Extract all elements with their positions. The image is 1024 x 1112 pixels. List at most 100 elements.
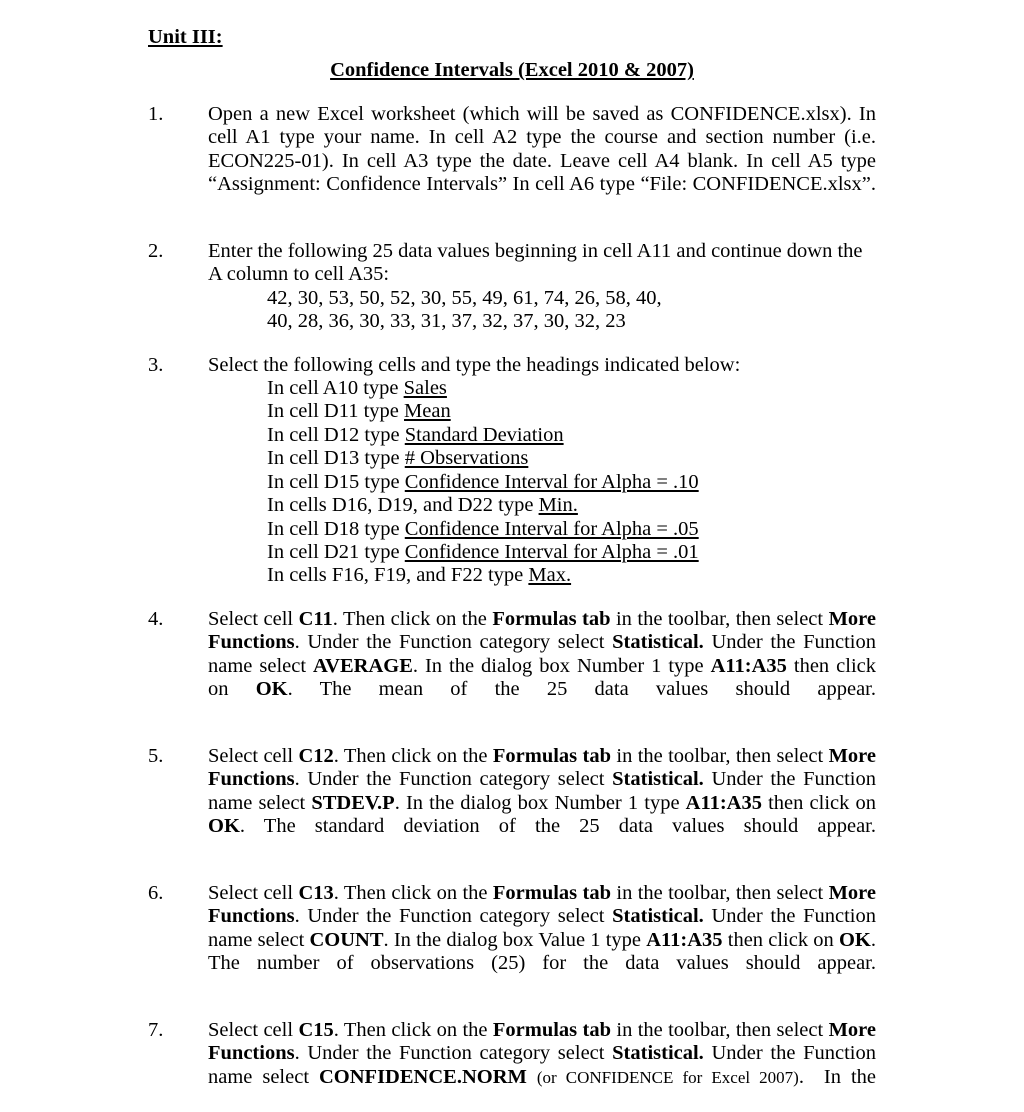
item-text: Select cell C15. Then click on the Formu… <box>208 1018 877 1088</box>
heading-value: Min. <box>538 494 578 517</box>
more-functions-label-b: Functions <box>208 905 295 928</box>
dialog-field-label: Number 1 <box>576 654 662 677</box>
phrase-type: type <box>600 928 647 951</box>
unit-heading: Unit III: <box>148 26 223 48</box>
item-number: 4. <box>148 607 164 630</box>
phrase-then-click: . Then click on the <box>332 607 493 630</box>
phrase-under-category: . Under the Function category select <box>294 905 613 928</box>
phrase-in-toolbar: in the toolbar, then select <box>610 607 829 630</box>
function-name: STDEV.P <box>311 791 395 814</box>
result-text: The standard deviation of the 25 data va… <box>263 814 876 837</box>
formulas-tab-label: Formulas tab <box>492 744 611 767</box>
item-number: 2. <box>148 240 164 263</box>
list-item: 7. Select cell C15. Then click on the Fo… <box>148 1019 876 1112</box>
more-functions-label-a: More <box>828 607 876 630</box>
item-trailing-text: In the <box>823 1065 877 1088</box>
phrase-then-click: . Then click on the <box>333 1018 493 1041</box>
cell-reference: C12 <box>298 744 334 767</box>
heading-instruction: In cell D21 type Confidence Interval for… <box>208 541 876 564</box>
formulas-tab-label: Formulas tab <box>492 607 611 630</box>
heading-value: # Observations <box>404 447 529 470</box>
phrase-under-category: . Under the Function category select <box>294 768 613 791</box>
phrase-period: . <box>287 677 320 700</box>
heading-instruction: In cell D13 type # Observations <box>208 447 876 470</box>
alt-function-note: (or CONFIDENCE for Excel 2007) <box>536 1067 799 1087</box>
statistical-label: Statistical. <box>612 768 704 791</box>
result-text: The number of observations (25) for the … <box>208 952 876 974</box>
heading-value: Confidence Interval for Alpha = .01 <box>404 540 699 563</box>
phrase-type: type <box>661 654 711 677</box>
result-text: The mean of the 25 data values should ap… <box>319 677 876 700</box>
item-number: 5. <box>148 744 164 767</box>
phrase-select-cell: Select cell <box>208 744 299 767</box>
item-number: 3. <box>148 353 164 376</box>
heading-lead: In cell D11 type <box>267 400 405 423</box>
statistical-label: Statistical. <box>612 905 704 928</box>
dialog-field-label: Value 1 <box>538 928 601 951</box>
phrase-then-click-on: then click on <box>722 928 839 951</box>
heading-instruction: In cells D16, D19, and D22 type Min. <box>208 494 876 517</box>
heading-value: Confidence Interval for Alpha = .10 <box>404 470 699 493</box>
heading-lead: In cell D15 type <box>267 470 405 493</box>
formulas-tab-label: Formulas tab <box>492 881 611 904</box>
item-text: Select cell C11. Then click on the Formu… <box>208 608 876 725</box>
heading-value: Confidence Interval for Alpha = .05 <box>404 517 699 540</box>
phrase-in-dialog: . In the dialog box <box>412 654 577 677</box>
unit-heading-row: Unit III: <box>148 24 876 50</box>
more-functions-label-b: Functions <box>208 1042 295 1065</box>
statistical-label: Statistical. <box>612 1042 704 1065</box>
list-item: 2. Enter the following 25 data values be… <box>148 240 876 334</box>
formulas-tab-label: Formulas tab <box>492 1018 611 1041</box>
function-name: AVERAGE <box>313 654 413 677</box>
heading-value: Standard Deviation <box>404 423 564 446</box>
phrase-in-dialog: . In the dialog box <box>383 928 539 951</box>
phrase-type: type <box>638 791 686 814</box>
more-functions-label-b: Functions <box>208 768 295 791</box>
phrase-period: . <box>239 814 264 837</box>
phrase-under-category: . Under the Function category select <box>294 1042 613 1065</box>
item-text: Open a new Excel worksheet (which will b… <box>208 103 876 196</box>
item-text: Select cell C12. Then click on the Formu… <box>208 745 876 862</box>
list-item: 1. Open a new Excel worksheet (which wil… <box>148 103 876 220</box>
item-text: Select the following cells and type the … <box>208 353 741 376</box>
phrase-then-click: . Then click on the <box>333 881 493 904</box>
cell-reference: C15 <box>298 1018 334 1041</box>
statistical-label: Statistical. <box>612 631 704 654</box>
phrase-in-dialog: . In the dialog box <box>394 791 555 814</box>
heading-value: Sales <box>403 377 447 400</box>
heading-instruction: In cell A10 type Sales <box>208 377 876 400</box>
phrase-then-click-on: then click on <box>761 791 876 814</box>
phrase-select-cell: Select cell <box>208 607 299 630</box>
ok-button-label: OK <box>255 677 288 700</box>
heading-value: Max. <box>528 564 572 587</box>
function-name: COUNT <box>309 928 384 951</box>
function-name: CONFIDENCE.NORM <box>319 1065 527 1088</box>
phrase-period: . <box>870 928 877 951</box>
item-number: 7. <box>148 1018 164 1041</box>
heading-lead: In cell D21 type <box>267 540 405 563</box>
heading-lead: In cells D16, D19, and D22 type <box>267 494 539 517</box>
item-number: 1. <box>148 103 164 125</box>
ok-button-label: OK <box>208 814 240 837</box>
document-title-row: Confidence Intervals (Excel 2010 & 2007) <box>148 57 876 83</box>
cell-reference: C11 <box>298 607 333 630</box>
heading-instruction: In cell D11 type Mean <box>208 400 876 423</box>
page-title: Confidence Intervals (Excel 2010 & 2007) <box>330 59 694 81</box>
cell-reference: C13 <box>298 881 334 904</box>
heading-instruction: In cells F16, F19, and F22 type Max. <box>208 564 876 587</box>
item-text: Select cell C13. Then click on the Formu… <box>208 882 876 999</box>
item-text: Enter the following 25 data values begin… <box>208 240 863 286</box>
more-functions-label-b: Functions <box>208 631 295 654</box>
list-item: 5. Select cell C12. Then click on the Fo… <box>148 745 876 862</box>
list-item: 4. Select cell C11. Then click on the Fo… <box>148 608 876 725</box>
more-functions-label-a: More <box>828 1018 876 1041</box>
cell-range: A11:A35 <box>646 928 723 951</box>
heading-lead: In cell A10 type <box>267 377 404 400</box>
document-page: Unit III: Confidence Intervals (Excel 20… <box>0 0 1024 1088</box>
phrase-in-toolbar: in the toolbar, then select <box>611 744 829 767</box>
heading-instruction: In cell D18 type Confidence Interval for… <box>208 518 876 541</box>
phrase-select-cell: Select cell <box>208 1018 299 1041</box>
dialog-field-label: Number 1 <box>554 791 639 814</box>
list-item: 6. Select cell C13. Then click on the Fo… <box>148 882 876 999</box>
more-functions-label-a: More <box>828 881 876 904</box>
